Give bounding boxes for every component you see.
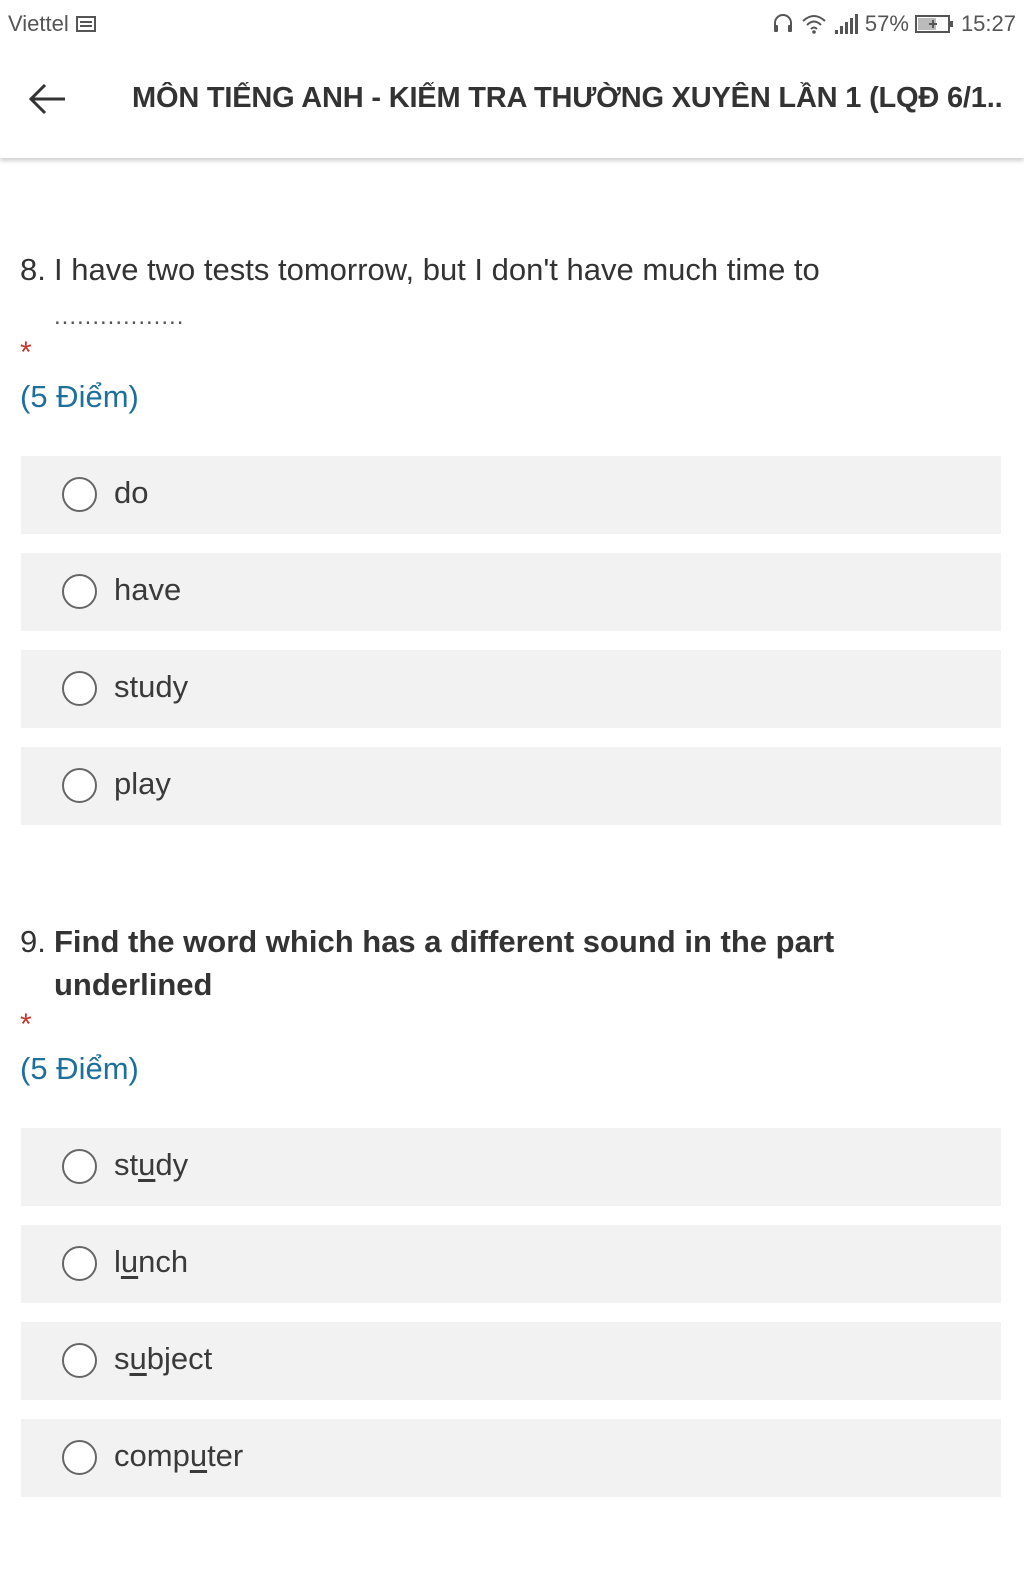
option-play[interactable]: play [21,747,1001,825]
question-number: 9. [20,924,46,959]
option-subject[interactable]: subject [21,1322,1001,1400]
question-text-line1: Find the word which has a different soun… [54,924,835,959]
option-label: study [114,1147,188,1183]
carrier-label: Viettel [8,11,69,36]
battery-percent: 57% [864,11,909,36]
radio-button[interactable] [62,574,97,609]
radio-button[interactable] [62,477,97,512]
required-mark: * [20,1008,32,1041]
status-left: Viettel [8,11,97,37]
option-label: study [114,669,189,704]
option-suffix: bject [146,1341,213,1376]
underlined-letter: u [189,1438,208,1473]
status-right: 57% 15:27 [771,11,1016,37]
headset-icon [771,13,795,35]
option-label: computer [114,1438,243,1474]
radio-button[interactable] [62,1149,97,1184]
signal-icon [833,13,859,35]
option-have[interactable]: have [21,553,1001,631]
option-prefix: comp [114,1438,190,1473]
radio-button[interactable] [62,768,97,803]
option-prefix: s [114,1341,130,1376]
question-text: I have two tests tomorrow, but I don't h… [54,252,820,287]
question-text-line2: underlined [54,967,213,1002]
clock-time: 15:27 [960,11,1016,36]
app-bar: MÔN TIẾNG ANH - KIỂM TRA THƯỜNG XUYÊN LẦ… [0,48,1024,158]
underlined-letter: u [129,1341,147,1376]
option-do[interactable]: do [21,456,1001,534]
option-label: have [114,572,182,607]
option-label: do [114,475,149,510]
question-number: 8. [20,252,46,287]
radio-button[interactable] [62,1246,97,1281]
option-suffix: ter [207,1438,244,1473]
option-label: lunch [114,1244,188,1280]
option-suffix: nch [138,1244,189,1279]
required-mark: * [20,336,32,369]
points-label: (5 Điểm) [20,1051,139,1086]
radio-button[interactable] [62,1440,97,1475]
wifi-icon [801,13,827,35]
points-label: (5 Điểm) [20,379,139,414]
answer-blank: ................. [54,303,185,330]
underlined-letter: u [120,1244,139,1279]
option-study[interactable]: study [21,1128,1001,1206]
option-lunch[interactable]: lunch [21,1225,1001,1303]
page-title: MÔN TIẾNG ANH - KIỂM TRA THƯỜNG XUYÊN LẦ… [132,82,1003,114]
sim-card-icon [75,14,97,34]
status-bar: Viettel 57% 15:27 [0,0,1024,48]
option-prefix: l [114,1244,121,1279]
battery-charging-icon [914,13,955,35]
option-label: subject [114,1341,212,1377]
option-computer[interactable]: computer [21,1419,1001,1497]
underlined-letter: u [138,1147,156,1182]
back-arrow-icon [27,82,67,121]
option-label: play [114,766,171,801]
option-study[interactable]: study [21,650,1001,728]
option-prefix: st [114,1147,139,1182]
back-button[interactable] [22,76,72,126]
option-suffix: dy [155,1147,189,1182]
radio-button[interactable] [62,1343,97,1378]
radio-button[interactable] [62,671,97,706]
